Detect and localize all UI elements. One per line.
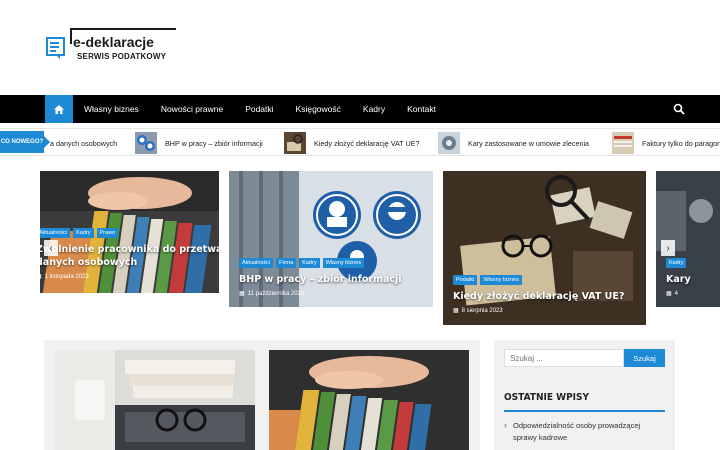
ticker-item-title: Kiedy złożyć deklarację VAT UE? bbox=[314, 138, 420, 148]
ticker-item[interactable]: Kary zastosowane w umowie zlecenia bbox=[438, 129, 590, 155]
slider-next-button[interactable]: › bbox=[661, 240, 675, 256]
nav-item-kontakt[interactable]: Kontakt bbox=[396, 95, 447, 123]
chevron-left-icon: ‹ bbox=[49, 242, 53, 254]
ticker-item[interactable]: Kiedy złożyć deklarację VAT UE? bbox=[284, 129, 420, 155]
document-icon bbox=[46, 37, 65, 59]
slide-date: 1 listopada 2023 bbox=[44, 273, 89, 280]
calendar-icon: ▦ bbox=[239, 291, 245, 297]
ticker-label: CO NOWEGO? bbox=[0, 131, 50, 153]
search-icon[interactable] bbox=[673, 103, 685, 115]
calendar-icon: ▦ bbox=[453, 308, 459, 314]
recent-post-link[interactable]: Odpowiedzialność osoby prowadzącej spraw… bbox=[504, 419, 664, 444]
category-tag[interactable]: Prawo bbox=[96, 228, 119, 238]
nav-item-wlasny-biznes[interactable]: Własny biznes bbox=[73, 95, 150, 123]
ticker-item[interactable]: Faktury tylko do paragonów bbox=[612, 129, 720, 155]
slide-date: 4 bbox=[674, 290, 679, 297]
slider-prev-button[interactable]: ‹ bbox=[44, 240, 58, 256]
logo-subtitle: SERWIS PODATKOWY bbox=[77, 52, 167, 61]
ticker-thumbnail bbox=[438, 132, 460, 154]
category-tag[interactable]: Aktualności bbox=[40, 228, 71, 238]
ticker-item-title: Faktury tylko do paragonów bbox=[642, 138, 720, 148]
slider-slide[interactable]: Aktualności Kadry Prawo Zwolnienie praco… bbox=[40, 171, 219, 293]
posts-area bbox=[44, 340, 480, 450]
category-tag[interactable]: Własny biznes bbox=[322, 258, 365, 268]
home-icon bbox=[54, 104, 64, 114]
widget-title: OSTATNIE WPISY bbox=[504, 392, 590, 403]
category-tag[interactable]: Aktualności bbox=[239, 258, 274, 268]
ticker-item-title: BHP w pracy – zbiór informacji bbox=[165, 138, 263, 148]
post-thumbnail[interactable] bbox=[55, 350, 255, 450]
calendar-icon: ▦ bbox=[666, 291, 672, 297]
category-tag[interactable]: Podatki bbox=[453, 275, 478, 285]
slider-slide[interactable]: Kadry Kary ▦ 4 › bbox=[656, 171, 720, 307]
main-navigation: Własny biznes Nowości prawne Podatki Ksi… bbox=[0, 95, 720, 123]
slider-slide[interactable]: Podatki Własny biznes Kiedy złożyć dekla… bbox=[443, 171, 646, 325]
sidebar: Szukaj OSTATNIE WPISY Odpowiedzialność o… bbox=[494, 340, 675, 450]
chevron-right-icon: › bbox=[666, 242, 670, 254]
slide-title[interactable]: danych osobowych bbox=[40, 256, 219, 269]
category-tag[interactable]: Własny biznes bbox=[480, 275, 522, 285]
ticker-thumbnail bbox=[135, 132, 157, 154]
ticker-item[interactable]: a danych osobowych bbox=[50, 129, 118, 155]
nav-item-ksiegowosc[interactable]: Księgowość bbox=[285, 95, 352, 123]
slide-date: 11 października 2023 bbox=[247, 290, 305, 297]
search-input[interactable] bbox=[504, 349, 624, 367]
site-logo[interactable]: e-deklaracje SERWIS PODATKOWY bbox=[46, 28, 176, 68]
slide-title[interactable]: Zwolnienie pracownika do przetwarzania bbox=[40, 243, 219, 256]
slide-title[interactable]: BHP w pracy – zbiór informacji bbox=[239, 273, 402, 286]
category-tag[interactable]: Kadry bbox=[73, 228, 94, 238]
recent-posts-list: Odpowiedzialność osoby prowadzącej spraw… bbox=[504, 419, 664, 444]
nav-home-button[interactable] bbox=[45, 95, 73, 123]
nav-item-podatki[interactable]: Podatki bbox=[234, 95, 284, 123]
nav-item-nowosci-prawne[interactable]: Nowości prawne bbox=[150, 95, 234, 123]
logo-title: e-deklaracje bbox=[73, 34, 154, 50]
search-button[interactable]: Szukaj bbox=[624, 349, 665, 367]
post-image bbox=[55, 350, 255, 450]
slide-date: 8 sierpnia 2023 bbox=[461, 307, 503, 314]
category-tag[interactable]: Firma bbox=[276, 258, 297, 268]
post-thumbnail[interactable] bbox=[269, 350, 469, 450]
calendar-icon: ▦ bbox=[40, 273, 42, 280]
slide-title[interactable]: Kary bbox=[666, 273, 691, 286]
news-ticker: CO NOWEGO? a danych osobowych BHP w prac… bbox=[0, 128, 720, 156]
slide-title[interactable]: Kiedy złożyć deklarację VAT UE? bbox=[453, 290, 624, 303]
ticker-item-title: Kary zastosowane w umowie zlecenia bbox=[468, 138, 590, 148]
ticker-thumbnail bbox=[612, 132, 634, 154]
ticker-thumbnail bbox=[284, 132, 306, 154]
ticker-item-title: a danych osobowych bbox=[50, 138, 118, 148]
category-tag[interactable]: Kadry bbox=[666, 258, 687, 268]
category-tag[interactable]: Kadry bbox=[299, 258, 320, 268]
post-image bbox=[269, 350, 469, 450]
slider-slide[interactable]: Aktualności Firma Kadry Własny biznes BH… bbox=[229, 171, 433, 307]
nav-item-kadry[interactable]: Kadry bbox=[352, 95, 396, 123]
widget-title-underline bbox=[504, 410, 665, 412]
ticker-item[interactable]: BHP w pracy – zbiór informacji bbox=[135, 129, 263, 155]
